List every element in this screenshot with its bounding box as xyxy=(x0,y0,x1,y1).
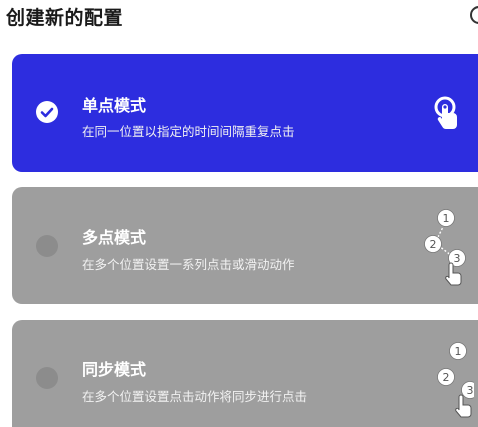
mode-name: 多点模式 xyxy=(82,228,147,247)
partial-icon xyxy=(470,6,478,24)
svg-text:1: 1 xyxy=(455,345,462,358)
svg-text:1: 1 xyxy=(443,212,450,225)
mode-name: 单点模式 xyxy=(82,96,147,115)
mode-card-sync[interactable]: 同步模式 在多个位置设置点击动作将同步进行点击 1 2 3 xyxy=(12,320,478,427)
single-tap-icon xyxy=(432,96,464,134)
radio-unselected xyxy=(36,235,58,257)
mode-card-single[interactable]: 单点模式 在同一位置以指定的时间间隔重复点击 xyxy=(12,54,478,172)
mode-description: 在多个位置设置点击动作将同步进行点击 xyxy=(82,389,308,404)
mode-description: 在多个位置设置一系列点击或滑动动作 xyxy=(82,257,295,272)
mode-card-multi[interactable]: 多点模式 在多个位置设置一系列点击或滑动动作 1 2 3 xyxy=(12,187,478,304)
multi-tap-icon: 1 2 3 xyxy=(422,207,474,291)
svg-text:3: 3 xyxy=(454,252,461,265)
svg-text:2: 2 xyxy=(430,238,437,251)
mode-description: 在同一位置以指定的时间间隔重复点击 xyxy=(82,124,295,139)
page-title: 创建新的配置 xyxy=(6,7,124,29)
radio-unselected xyxy=(36,367,58,389)
selected-check-icon xyxy=(36,101,58,123)
svg-text:2: 2 xyxy=(443,371,450,384)
svg-text:3: 3 xyxy=(467,384,474,397)
mode-name: 同步模式 xyxy=(82,360,147,379)
sync-tap-icon: 1 2 3 xyxy=(422,339,478,423)
create-config-screen: 创建新的配置 单点模式 在同一位置以指定的时间间隔重复点击 多点模式 在多个位置… xyxy=(0,0,478,427)
